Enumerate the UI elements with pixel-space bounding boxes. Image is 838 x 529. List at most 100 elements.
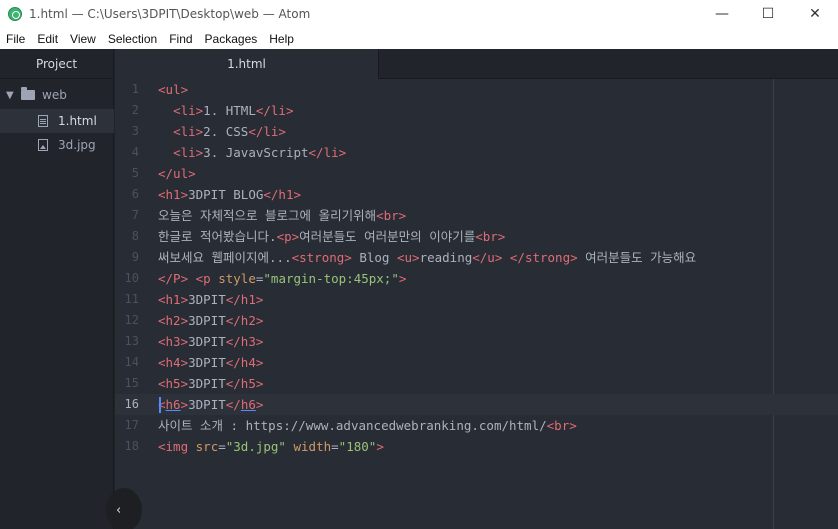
menu-help[interactable]: Help (263, 32, 300, 46)
line-code: </P> <p style="margin-top:45px;"> (158, 268, 406, 289)
line-code: <h5>3DPIT</h5> (158, 373, 263, 394)
code-token: </h1> (263, 187, 302, 202)
menu-file[interactable]: File (0, 32, 31, 46)
code-line[interactable]: 2 <li>1. HTML</li> (115, 100, 838, 121)
code-token: <ul> (158, 82, 189, 97)
code-token: 3. JavavScript (203, 145, 309, 160)
menu-selection[interactable]: Selection (102, 32, 163, 46)
menu-packages[interactable]: Packages (199, 32, 264, 46)
code-token: > (376, 439, 384, 454)
code-line[interactable]: 9 써보세요 웹페이지에...<strong> Blog <u>reading</… (115, 247, 838, 268)
code-line[interactable]: 6 <h1>3DPIT BLOG</h1> (115, 184, 838, 205)
code-line[interactable]: 15 <h5>3DPIT</h5> (115, 373, 838, 394)
line-code: <li>2. CSS</li> (158, 121, 286, 142)
code-line[interactable]: 11 <h1>3DPIT</h1> (115, 289, 838, 310)
code-token: <li> (173, 124, 204, 139)
code-token: > (255, 397, 264, 412)
code-token: 여러분들도 가능해요 (577, 250, 697, 265)
code-token: <br> (546, 418, 577, 433)
line-code: <h4>3DPIT</h4> (158, 352, 263, 373)
code-token: </li> (255, 103, 294, 118)
menu-find[interactable]: Find (163, 32, 198, 46)
code-line[interactable]: 1 <ul> (115, 79, 838, 100)
atom-icon (8, 7, 22, 21)
code-line[interactable]: 17 사이트 소개 : https://www.advancedwebrankin… (115, 415, 838, 436)
tree-item-label: 1.html (58, 114, 97, 128)
code-token: > (180, 397, 189, 412)
line-number: 12 (124, 313, 139, 327)
line-code: <h1>3DPIT</h1> (158, 289, 263, 310)
code-token: </ (225, 397, 241, 412)
tree-item-label: web (42, 88, 67, 102)
line-number: 15 (124, 376, 139, 390)
code-line[interactable]: 18 <img src="3d.jpg" width="180"> (115, 436, 838, 457)
line-code: 한글로 적어봤습니다.<p>여러분들도 여러분만의 이야기를<br> (158, 226, 505, 247)
code-token: src (195, 439, 219, 454)
code-token: <h4> (158, 355, 189, 370)
code-token: 사이트 소개 : https://www.advancedwebranking.… (158, 418, 547, 433)
code-line[interactable]: 12 <h2>3DPIT</h2> (115, 310, 838, 331)
code-token: 3DPIT (188, 376, 226, 391)
maximize-button[interactable]: ☐ (745, 0, 791, 28)
code-line[interactable]: 5 </ul> (115, 163, 838, 184)
code-line[interactable]: 13 <h3>3DPIT</h3> (115, 331, 838, 352)
file-image-icon (38, 139, 48, 151)
code-token: 2. CSS (203, 124, 249, 139)
code-token: 3DPIT (188, 334, 226, 349)
code-line[interactable]: 7 오늘은 자체적으로 블로그에 올리기위해<br> (115, 205, 838, 226)
tab-bar: 1.html (115, 49, 838, 79)
code-token: > (398, 271, 407, 286)
menu-bar: File Edit View Selection Find Packages H… (0, 28, 838, 49)
window-title: 1.html — C:\Users\3DPIT\Desktop\web — At… (29, 7, 311, 21)
line-number: 11 (124, 292, 139, 306)
tree-item-web-folder[interactable]: ▼ web (0, 83, 114, 107)
menu-edit[interactable]: Edit (31, 32, 64, 46)
code-token: Blog (351, 250, 397, 265)
code-token: </strong> (509, 250, 578, 265)
minimize-button[interactable]: — (699, 0, 745, 28)
code-token: <h5> (158, 376, 189, 391)
code-line[interactable]: 14 <h4>3DPIT</h4> (115, 352, 838, 373)
code-token: style (218, 271, 256, 286)
text-cursor (159, 397, 161, 413)
code-line[interactable]: 3 <li>2. CSS</li> (115, 121, 838, 142)
code-editor[interactable]: 1 <ul> 2 <li>1. HTML</li> 3 <li>2. CSS</li>… (115, 79, 838, 529)
code-token: 3DPIT (188, 313, 226, 328)
chevron-down-icon[interactable]: ▼ (6, 90, 16, 101)
line-number: 16 (124, 397, 139, 411)
code-token: </h4> (225, 355, 264, 370)
close-button[interactable]: ✕ (792, 0, 838, 28)
code-token: <p (195, 271, 219, 286)
code-token: <h2> (158, 313, 189, 328)
line-number: 14 (124, 355, 139, 369)
code-token: <li> (173, 103, 204, 118)
code-token: </h3> (225, 334, 264, 349)
minimize-icon: — (715, 6, 729, 22)
line-number: 6 (131, 187, 139, 201)
tab-1-html[interactable]: 1.html (115, 49, 379, 79)
line-number: 7 (131, 208, 139, 222)
code-line[interactable]: 16 <h6>3DPIT</h6> (115, 394, 838, 415)
code-token: <br> (475, 229, 506, 244)
code-token: </h2> (225, 313, 264, 328)
tree-item-1-html[interactable]: 1.html (0, 109, 114, 133)
code-token: "margin-top:45px;" (263, 271, 399, 286)
maximize-icon: ☐ (761, 6, 775, 22)
code-token: </li> (248, 124, 286, 139)
tree-view-toggle-button[interactable]: ‹ (106, 488, 142, 529)
code-line[interactable]: 10 </P> <p style="margin-top:45px;"> (115, 268, 838, 289)
code-line[interactable]: 4 <li>3. JavavScript</li> (115, 142, 838, 163)
code-token: 1. HTML (203, 103, 256, 118)
code-token: <h1> (158, 292, 189, 307)
code-line[interactable]: 8 한글로 적어봤습니다.<p>여러분들도 여러분만의 이야기를<br> (115, 226, 838, 247)
tree-item-label: 3d.jpg (58, 138, 96, 152)
line-code: 사이트 소개 : https://www.advancedwebranking.… (158, 415, 577, 436)
code-token: 오늘은 자체적으로 블로그에 올리기위해 (158, 208, 377, 223)
line-number: 5 (131, 166, 139, 180)
project-header[interactable]: Project (0, 49, 113, 79)
title-bar: 1.html — C:\Users\3DPIT\Desktop\web — At… (0, 0, 838, 28)
menu-view[interactable]: View (64, 32, 102, 46)
code-token: h6 (240, 397, 256, 412)
tree-item-3d-jpg[interactable]: 3d.jpg (0, 133, 114, 157)
code-token: <br> (376, 208, 407, 223)
